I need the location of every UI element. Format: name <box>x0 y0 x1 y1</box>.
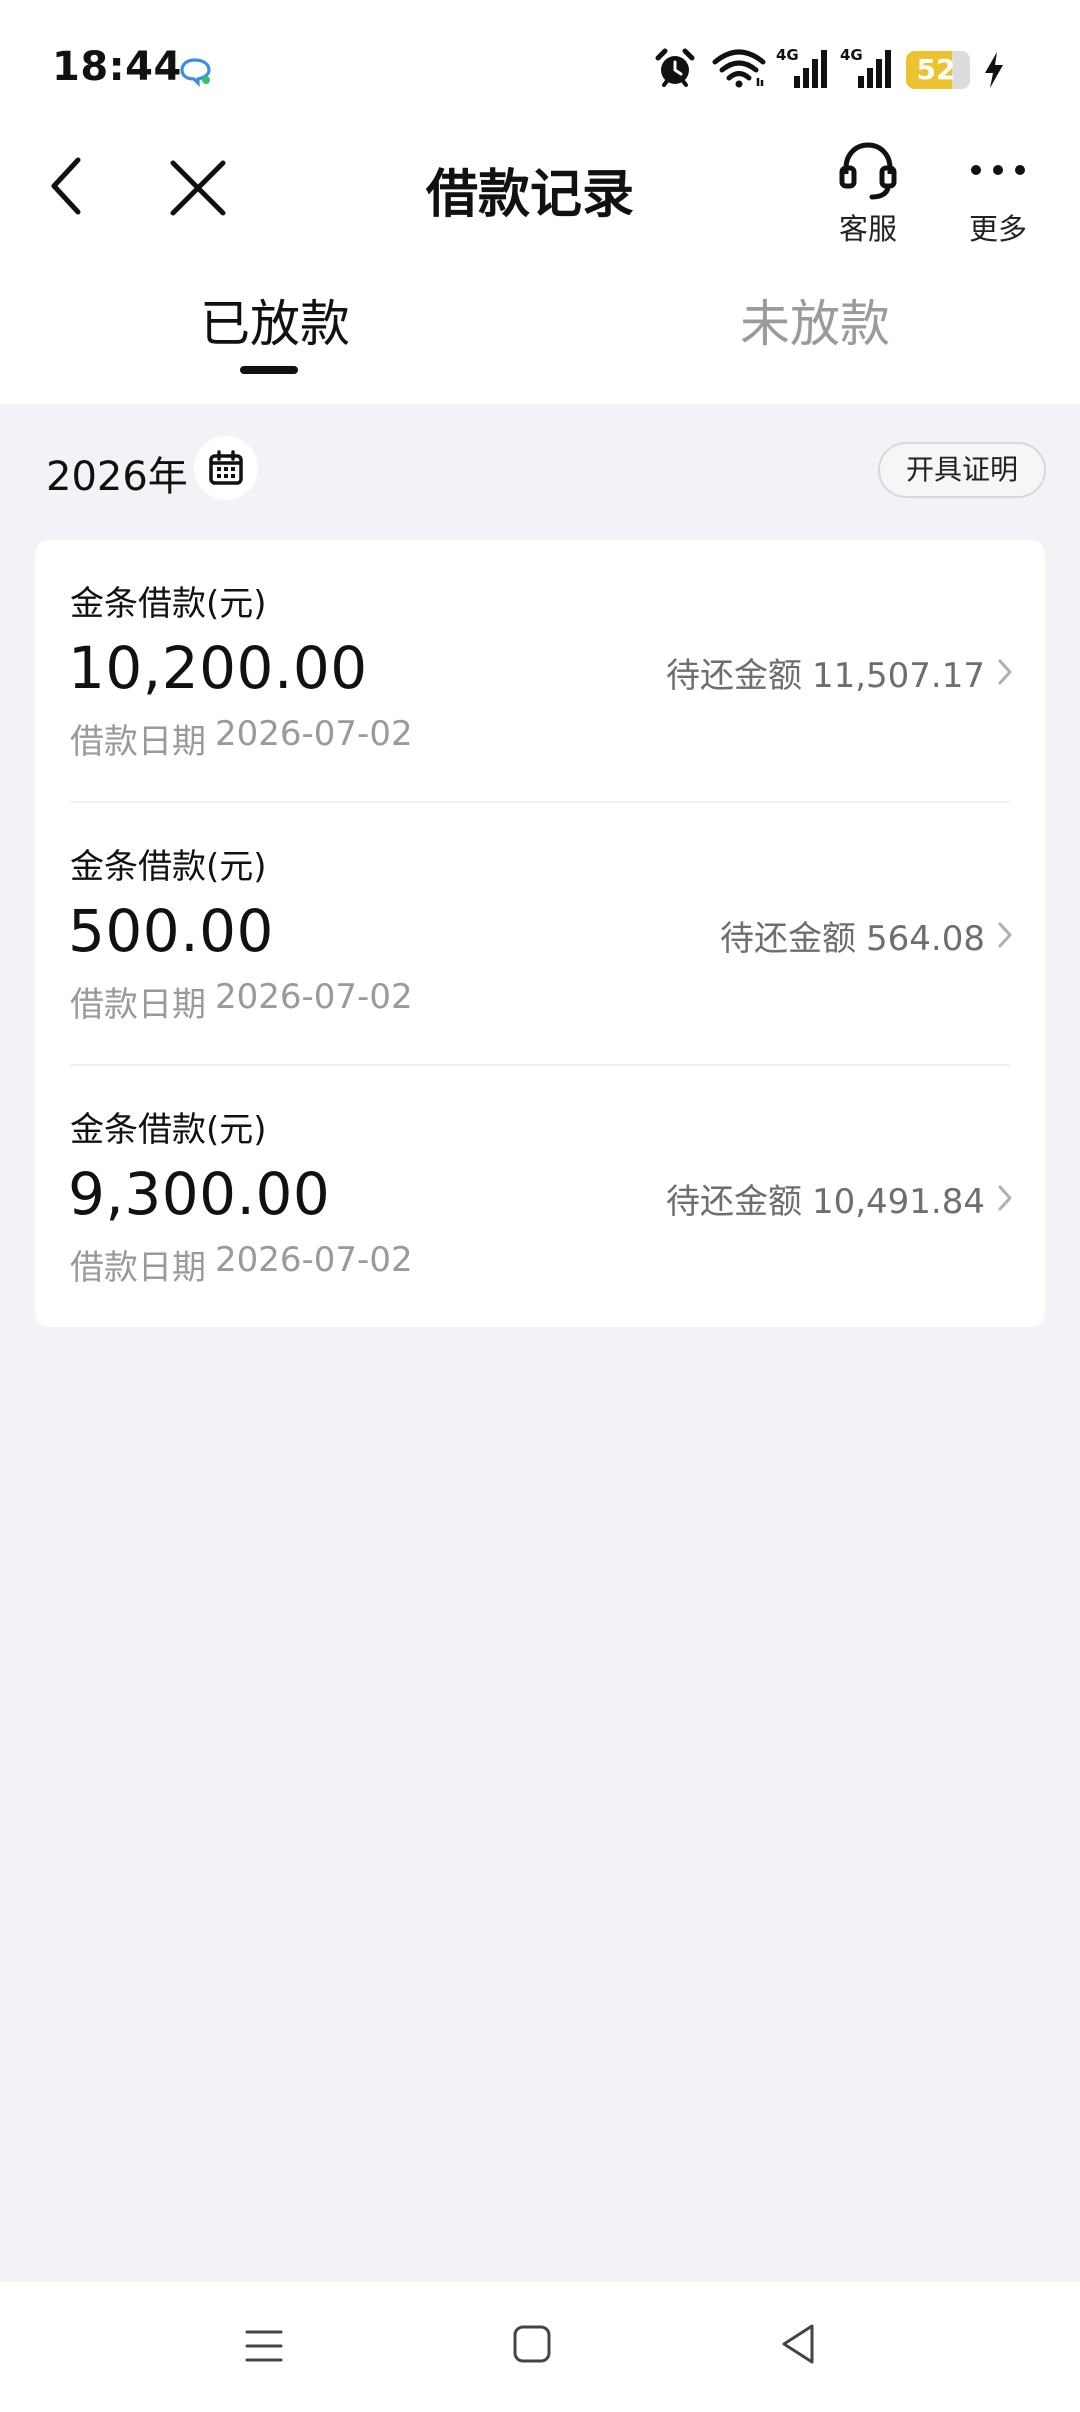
remaining-amount: 待还金额 10,491.84 <box>666 1174 985 1223</box>
loan-type: 金条借款(元) <box>70 1110 267 1150</box>
more-dots-icon <box>971 165 1025 175</box>
status-bar: 18:44 4G 4G 52 <box>0 0 1080 140</box>
loan-type: 金条借款(元) <box>70 847 267 887</box>
close-icon[interactable] <box>165 155 231 221</box>
loan-item[interactable]: 金条借款(元) 10,200.00 借款日期 2026-07-02 待还金额 11… <box>35 540 1045 803</box>
customer-service-button[interactable]: 客服 <box>828 138 908 248</box>
remaining-value: 564.08 <box>866 919 985 959</box>
loan-amount: 9,300.00 <box>68 1160 331 1228</box>
remaining-label: 待还金额 <box>720 919 857 959</box>
headset-icon <box>839 142 897 200</box>
page-title: 借款记录 <box>425 165 634 225</box>
signal-4g-icon: 4G <box>840 46 891 88</box>
back-arrow-icon[interactable] <box>40 150 94 222</box>
remaining-label: 待还金额 <box>665 1182 802 1222</box>
loan-records-screen: 18:44 4G 4G 52 借款记录 客服 更多 已放款 未放款 2026年 … <box>0 0 1080 2412</box>
remaining-value: 11,507.17 <box>811 656 985 696</box>
remaining-value: 10,491.84 <box>811 1182 985 1222</box>
svg-text:4G: 4G <box>840 46 863 64</box>
remaining-label: 待还金额 <box>665 656 802 696</box>
remaining-amount: 待还金额 11,507.17 <box>666 648 985 697</box>
loan-date-label: 借款日期 <box>70 985 206 1025</box>
chevron-right-icon <box>998 1185 1012 1211</box>
more-button[interactable]: 更多 <box>958 138 1038 248</box>
loan-date: 2026-07-02 <box>215 1240 413 1280</box>
system-navigation-bar <box>0 2282 1080 2412</box>
loan-type: 金条借款(元) <box>70 584 267 624</box>
chat-bubble-icon <box>180 58 211 87</box>
loan-list-card: 金条借款(元) 10,200.00 借款日期 2026-07-02 待还金额 11… <box>35 540 1045 1327</box>
loan-item[interactable]: 金条借款(元) 9,300.00 借款日期 2026-07-02 待还金额 10,… <box>35 1066 1045 1329</box>
battery-level: 52 <box>916 53 956 86</box>
calendar-icon <box>209 450 243 485</box>
loan-date-label: 借款日期 <box>70 1248 206 1288</box>
status-time: 18:44 <box>52 44 182 90</box>
loan-item[interactable]: 金条借款(元) 500.00 借款日期 2026-07-02 待还金额 564.0… <box>35 803 1045 1066</box>
chevron-right-icon <box>998 659 1012 685</box>
loan-date: 2026-07-02 <box>215 977 413 1017</box>
calendar-button[interactable] <box>194 436 258 500</box>
home-square-icon[interactable] <box>512 2324 552 2364</box>
alarm-icon <box>655 48 695 87</box>
svg-text:4G: 4G <box>776 46 799 64</box>
remaining-amount: 待还金额 564.08 <box>720 911 985 960</box>
loan-amount: 500.00 <box>68 897 274 965</box>
chevron-right-icon <box>998 922 1012 948</box>
wifi-icon <box>712 49 766 88</box>
active-tab-indicator <box>240 366 298 374</box>
header-area: 18:44 4G 4G 52 借款记录 客服 更多 已放款 未放款 <box>0 0 1080 404</box>
issue-certificate-button[interactable]: 开具证明 <box>878 442 1046 498</box>
customer-service-label: 客服 <box>838 212 897 246</box>
tab-disbursed[interactable]: 已放款 <box>200 284 350 356</box>
loan-amount: 10,200.00 <box>68 634 368 702</box>
more-label: 更多 <box>968 212 1027 246</box>
battery-icon: 52 <box>906 51 970 89</box>
menu-icon[interactable] <box>244 2326 284 2366</box>
loan-date: 2026-07-02 <box>215 714 413 754</box>
charging-bolt-icon <box>985 52 1003 88</box>
year-selector[interactable]: 2026年 <box>46 444 188 502</box>
back-triangle-icon[interactable] <box>778 2322 818 2366</box>
tab-not-disbursed[interactable]: 未放款 <box>740 284 890 356</box>
loan-date-label: 借款日期 <box>70 722 206 762</box>
signal-4g-icon: 4G <box>776 46 827 88</box>
